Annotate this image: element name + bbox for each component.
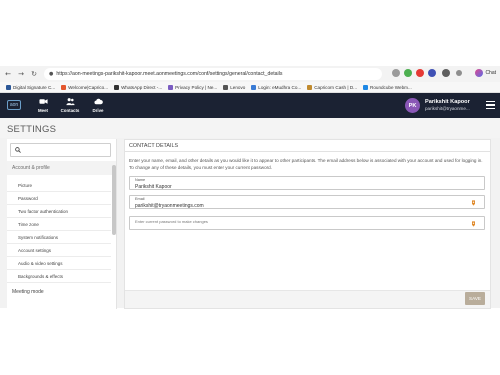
divider xyxy=(7,243,111,244)
logo-text: aon xyxy=(9,102,19,108)
contact-details-panel: CONTACT DETAILS Enter your name, email, … xyxy=(124,139,491,309)
sidebar-item-password[interactable]: Password xyxy=(18,196,38,201)
bookmark-favicon-icon xyxy=(114,84,120,90)
bookmark-item[interactable]: Privacy Policy | Ne... xyxy=(168,84,218,90)
bookmark-favicon-icon xyxy=(223,84,229,90)
section-title: CONTACT DETAILS xyxy=(129,143,179,149)
browser-toolbar: ← → ↻ ⌂ ● https://aon-meetings-parikshit… xyxy=(0,66,500,82)
settings-header xyxy=(0,118,500,138)
lock-icon: ● xyxy=(49,71,54,77)
section-account-profile[interactable]: Account & profile xyxy=(7,161,116,175)
app-logo[interactable]: aon xyxy=(7,100,21,110)
bookmark-label: Capricorn Cash | D... xyxy=(314,84,358,90)
extension-icon[interactable] xyxy=(428,69,436,77)
bookmark-label: Digital Signature C... xyxy=(13,84,56,90)
search-icon xyxy=(15,147,21,153)
sidebar-item-time-zone[interactable]: Time zone xyxy=(18,222,39,227)
bookmark-item[interactable]: WhatsApp Direct -... xyxy=(114,84,163,90)
bookmark-favicon-icon xyxy=(363,84,369,90)
nav-contacts-label: Contacts xyxy=(60,108,80,113)
divider xyxy=(7,282,111,283)
divider xyxy=(7,204,111,205)
section-meeting-mode[interactable]: Meeting mode xyxy=(12,289,44,295)
password-manager-icon[interactable] xyxy=(471,221,476,227)
bookmark-label: Welcome|Caprico... xyxy=(68,84,109,90)
sidebar-item-system-notifications[interactable]: System notifications xyxy=(18,235,58,240)
copilot-icon xyxy=(475,69,484,77)
divider xyxy=(125,151,490,152)
bookmark-label: Roundcube Webm... xyxy=(370,84,412,90)
bookmarks-bar: Digital Signature C... Welcome|Caprico...… xyxy=(0,82,500,93)
bookmark-item[interactable]: Login: eMudhra Co... xyxy=(251,84,302,90)
extension-icon[interactable] xyxy=(416,69,424,77)
url-bar[interactable]: ● https://aon-meetings-parikshit-kapoor.… xyxy=(44,68,382,80)
email-field-label: Email xyxy=(135,197,145,201)
email-field[interactable]: Email parikshit@tryaonmeetings.com xyxy=(129,195,485,209)
bookmark-label: Privacy Policy | Ne... xyxy=(175,84,218,90)
bookmark-label: WhatsApp Direct -... xyxy=(121,84,163,90)
user-avatar[interactable]: PK xyxy=(405,98,420,113)
sidebar-item-audio-video[interactable]: Audio & video settings xyxy=(18,261,63,266)
nav-contacts[interactable]: Contacts xyxy=(60,97,80,113)
section-description: Enter your name, email, and other detail… xyxy=(129,158,483,171)
sidebar-scrollbar[interactable] xyxy=(112,165,116,235)
app-header: aon Meet Contacts Drive PK Parikshit Kap… xyxy=(0,93,500,118)
sidebar-search-input[interactable] xyxy=(10,143,111,157)
bookmark-favicon-icon xyxy=(168,84,174,90)
bookmark-item[interactable]: Roundcube Webm... xyxy=(363,84,412,90)
favorite-star-icon[interactable] xyxy=(392,69,400,77)
bookmark-label: Login: eMudhra Co... xyxy=(258,84,302,90)
sidebar-item-backgrounds[interactable]: Backgrounds & effects xyxy=(18,274,63,279)
user-email: parikshit@tryaonme... xyxy=(425,106,470,111)
screen: ← → ↻ ⌂ ● https://aon-meetings-parikshit… xyxy=(0,0,500,375)
bookmark-favicon-icon xyxy=(6,84,11,90)
bookmark-item[interactable]: Lenovo xyxy=(223,84,246,90)
save-button[interactable]: SAVE xyxy=(465,292,485,305)
bookmark-label: Lenovo xyxy=(230,84,246,90)
extension-icon[interactable] xyxy=(404,69,412,77)
more-menu-icon[interactable] xyxy=(456,70,462,76)
contacts-icon xyxy=(65,98,75,106)
divider xyxy=(7,230,111,231)
divider xyxy=(7,256,111,257)
nav-meet[interactable]: Meet xyxy=(33,97,53,113)
password-manager-icon[interactable] xyxy=(471,200,476,206)
chat-label: Chat xyxy=(485,70,496,76)
avatar-initials: PK xyxy=(408,102,417,109)
divider xyxy=(7,217,111,218)
back-icon[interactable]: ← xyxy=(3,69,13,79)
sidebar-item-account-settings[interactable]: Account settings xyxy=(18,248,51,253)
video-camera-icon xyxy=(38,99,48,104)
settings-sidebar: Account & profile Picture Password Two f… xyxy=(7,139,117,309)
nav-meet-label: Meet xyxy=(37,108,48,113)
reload-icon[interactable]: ↻ xyxy=(29,69,39,79)
nav-drive[interactable]: Drive xyxy=(88,97,108,113)
nav-drive-label: Drive xyxy=(92,108,104,113)
divider xyxy=(7,269,111,270)
bookmark-item[interactable]: Welcome|Caprico... xyxy=(61,84,109,90)
password-placeholder: Enter current password to make changes xyxy=(135,218,208,224)
panel-footer xyxy=(125,290,490,308)
profile-avatar-icon[interactable] xyxy=(442,69,450,77)
current-password-field[interactable]: Enter current password to make changes xyxy=(129,216,485,230)
bookmark-item[interactable]: Capricorn Cash | D... xyxy=(307,84,358,90)
name-field-label: Name xyxy=(135,178,146,182)
name-field[interactable]: Name Parikshit Kapoor xyxy=(129,176,485,190)
divider xyxy=(7,191,111,192)
sidebar-item-two-factor[interactable]: Two factor authentication xyxy=(18,209,68,214)
bookmark-favicon-icon xyxy=(61,84,67,90)
name-field-value: Parikshit Kapoor xyxy=(135,183,172,190)
bookmark-favicon-icon xyxy=(251,84,257,90)
hamburger-menu-icon[interactable] xyxy=(486,101,495,109)
page-title: SETTINGS xyxy=(7,124,57,135)
url-text: https://aon-meetings-parikshit-kapoor.me… xyxy=(56,71,283,77)
bookmark-favicon-icon xyxy=(307,84,313,90)
forward-icon[interactable]: → xyxy=(16,69,26,79)
cloud-icon xyxy=(93,98,103,105)
user-name[interactable]: Parikshit Kapoor xyxy=(425,99,470,105)
email-field-value: parikshit@tryaonmeetings.com xyxy=(135,202,204,209)
sidebar-item-picture[interactable]: Picture xyxy=(18,183,32,188)
chat-button[interactable]: Chat xyxy=(475,69,496,77)
bookmark-item[interactable]: Digital Signature C... xyxy=(6,84,56,90)
